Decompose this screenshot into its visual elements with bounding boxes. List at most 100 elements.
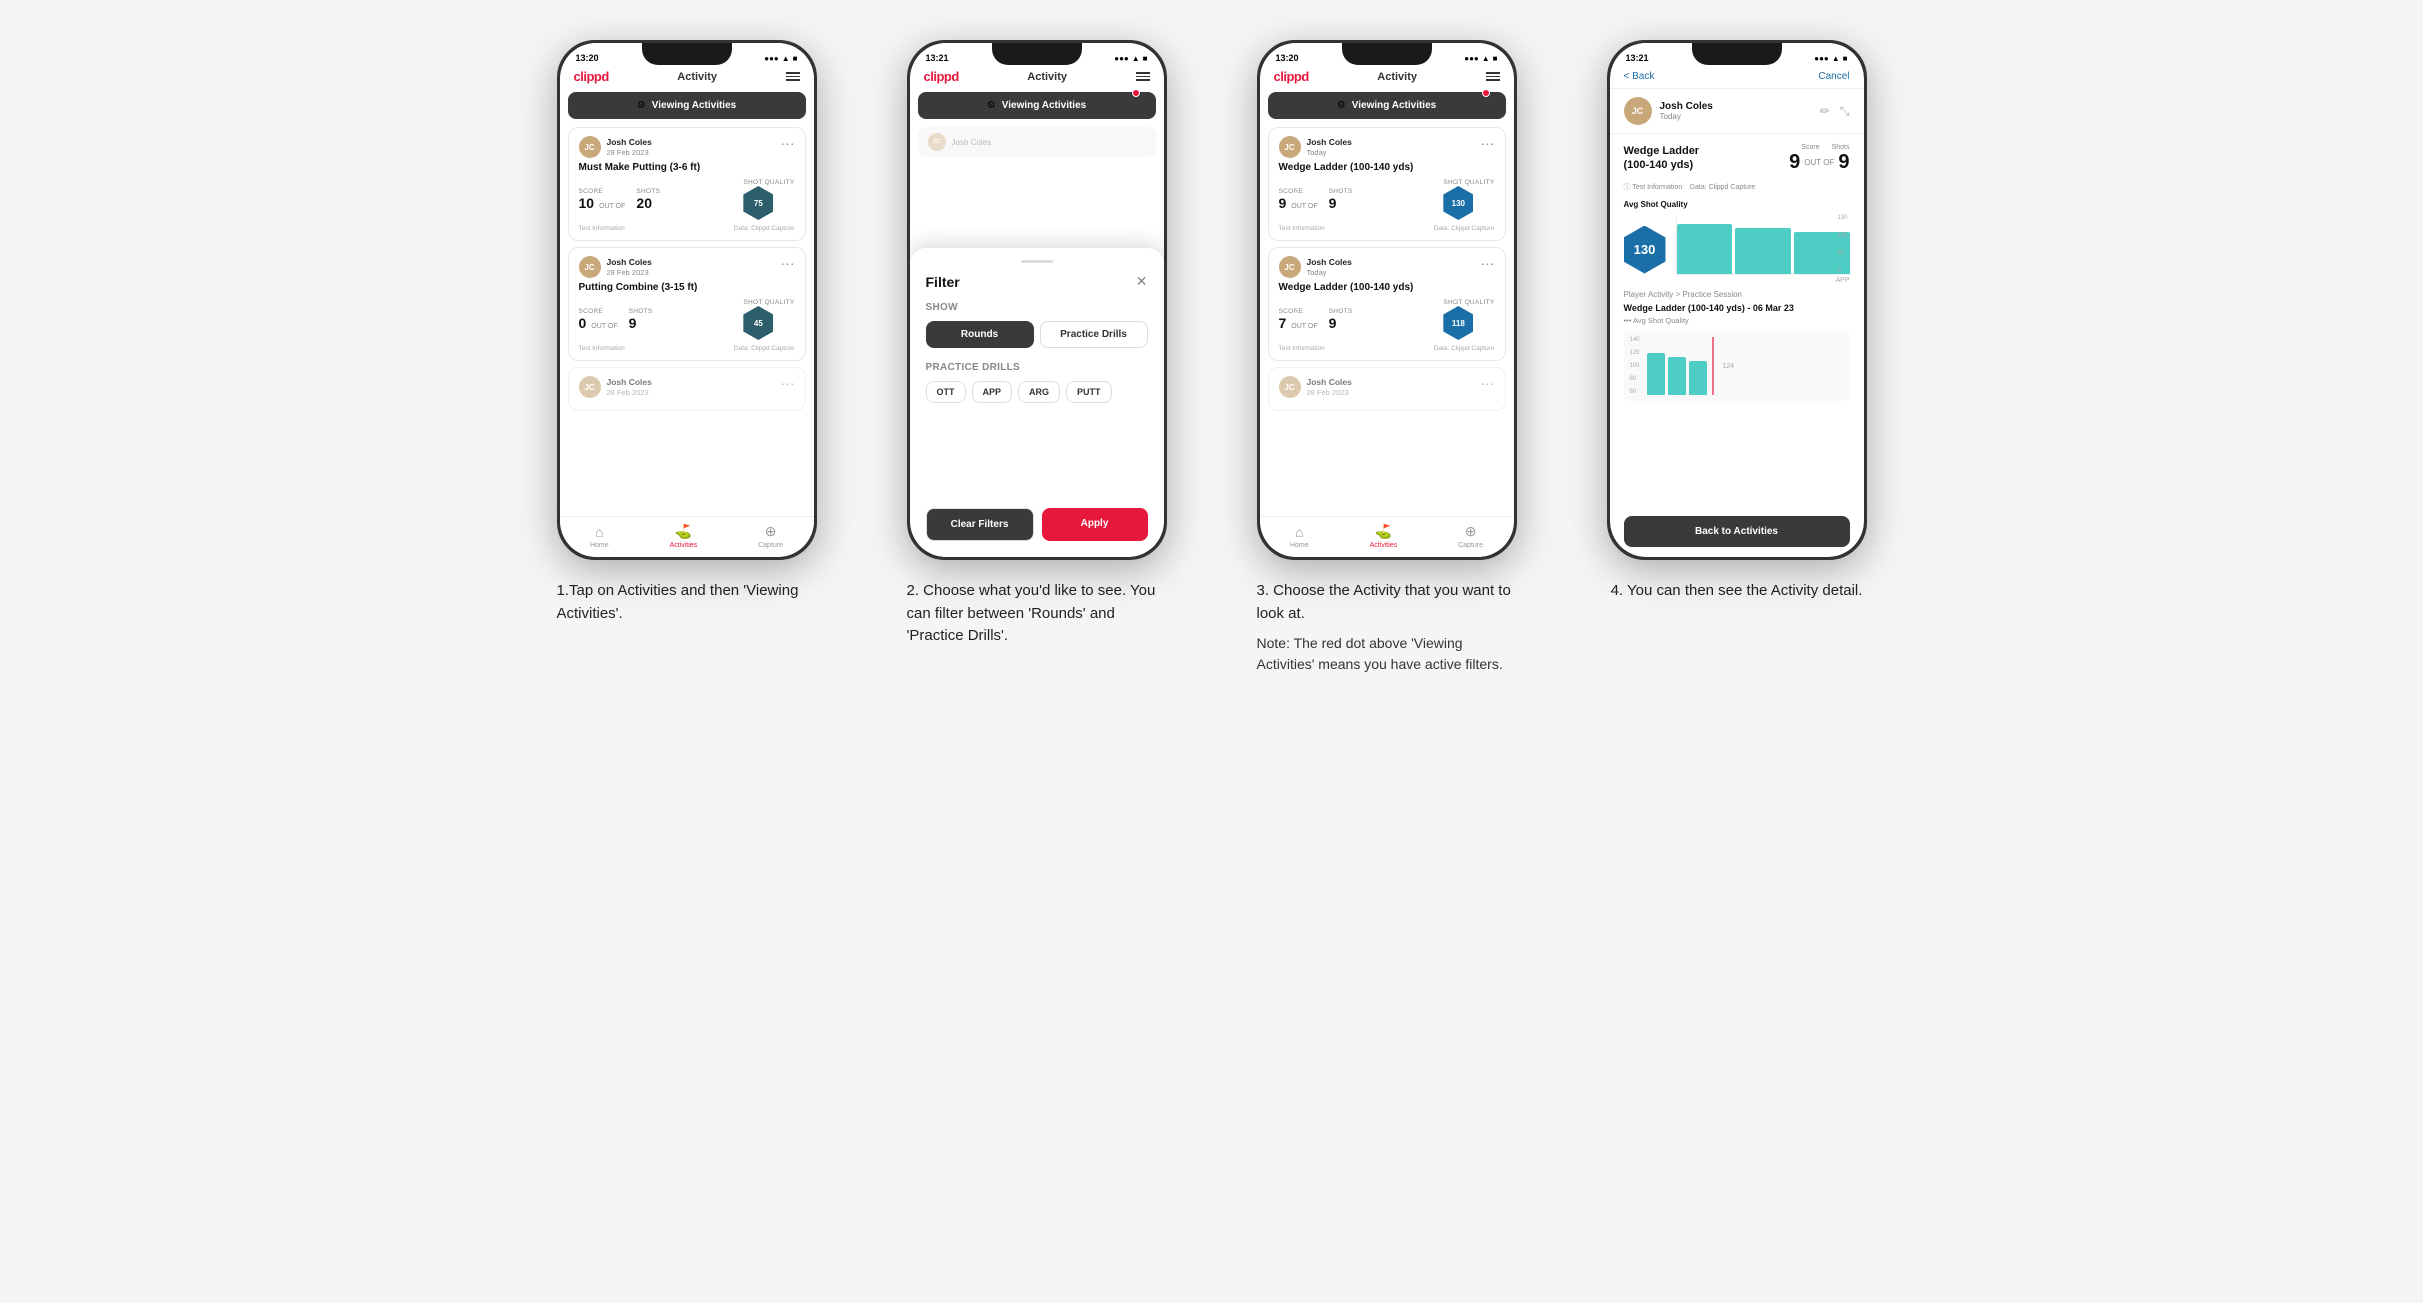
main-container: 13:20 ●●● ▲ ■ clippd Activity: [512, 40, 1912, 675]
card-1-2[interactable]: JC Josh Coles 28 Feb 2023 ··· Putting Co…: [568, 247, 806, 361]
footer-left-1-1: Test Information: [579, 225, 625, 232]
username-1-2: Josh Coles: [607, 257, 652, 267]
activity-header-3[interactable]: ⚙ Viewing Activities: [1268, 92, 1506, 119]
nav-home-3[interactable]: ⌂ Home: [1290, 524, 1309, 549]
step-3: 13:20 ●●● ▲ ■ clippd Activity: [1227, 40, 1547, 675]
detail-score-num-4: 9: [1789, 151, 1800, 174]
card-stats-3-1: Score 9 OUT OF Shots 9: [1279, 179, 1495, 220]
detail-info-4: ⓘ Test Information Data: Clippd Capture: [1624, 182, 1850, 192]
username-3-1: Josh Coles: [1307, 137, 1352, 147]
userdate-3-1: Today: [1307, 148, 1352, 157]
nav-capture-3[interactable]: ⊕ Capture: [1458, 523, 1483, 549]
detail-avatar-4: JC: [1624, 97, 1652, 125]
sq-label-1-1: Shot Quality: [743, 179, 794, 186]
card-1-3-header: JC Josh Coles 28 Feb 2023 ···: [579, 376, 795, 398]
detail-action-icons-4: ✏ ⤡: [1820, 104, 1850, 119]
outof-3-2: OUT OF: [1291, 323, 1317, 330]
detail-score-area-4: Score Shots 9 OUT OF 9: [1789, 144, 1849, 174]
filter-rounds-btn[interactable]: Rounds: [926, 321, 1034, 348]
card-1-1-user: JC Josh Coles 28 Feb 2023: [579, 136, 652, 158]
card-3-3-header: JC Josh Coles 28 Feb 2023 ···: [1279, 376, 1495, 398]
activity-header-2[interactable]: ⚙ Viewing Activities: [918, 92, 1156, 119]
footer-right-3-1: Data: Clippd Capture: [1434, 225, 1495, 232]
shots-val-3-2: 9: [1329, 315, 1353, 331]
card-dots-1-2[interactable]: ···: [781, 256, 795, 270]
wifi-icon-2: ▲: [1132, 54, 1140, 63]
nav-title-3: Activity: [1377, 71, 1417, 83]
edit-icon-4[interactable]: ✏: [1820, 104, 1830, 119]
activity-header-1[interactable]: ⚙ Viewing Activities: [568, 92, 806, 119]
card-dots-1-3[interactable]: ···: [781, 376, 795, 390]
detail-score-row-4: 9 OUT OF 9: [1789, 151, 1849, 174]
filter-ott-btn[interactable]: OTT: [926, 381, 966, 403]
capture-icon-1: ⊕: [765, 523, 777, 540]
nav-home-1[interactable]: ⌂ Home: [590, 524, 609, 549]
phone-screen-4: 13:21 ●●● ▲ ■ < Back Cancel JC: [1610, 43, 1864, 557]
shots-label-1-2: Shots: [629, 308, 653, 315]
filter-close-button[interactable]: ✕: [1136, 273, 1148, 290]
avg-shot-row-4: 130 130 100 50 0: [1624, 215, 1850, 284]
nav-activities-3[interactable]: ⛳ Activities: [1370, 523, 1398, 549]
card-dots-1-1[interactable]: ···: [781, 136, 795, 150]
footer-right-1-1: Data: Clippd Capture: [734, 225, 795, 232]
avg-shot-label-4: Avg Shot Quality: [1624, 200, 1850, 209]
step-3-text: 3. Choose the Activity that you want to …: [1257, 580, 1517, 625]
phone-screen-1: 13:20 ●●● ▲ ■ clippd Activity: [560, 43, 814, 557]
card-stats-1-2: Score 0 OUT OF Shots 9: [579, 299, 795, 340]
card-3-1[interactable]: JC Josh Coles Today ··· Wedge Ladder (10…: [1268, 127, 1506, 241]
score-label-3-2: Score: [1279, 308, 1321, 315]
logo-1: clippd: [574, 69, 609, 84]
battery-icon-2: ■: [1143, 54, 1148, 63]
filter-clear-button[interactable]: Clear Filters: [926, 508, 1034, 541]
menu-icon-3[interactable]: [1486, 72, 1500, 81]
userdate-3-2: Today: [1307, 268, 1352, 277]
menu-icon-2[interactable]: [1136, 72, 1150, 81]
card-3-3[interactable]: JC Josh Coles 28 Feb 2023 ···: [1268, 367, 1506, 411]
bottom-nav-1: ⌂ Home ⛳ Activities ⊕ Capture: [560, 516, 814, 557]
card-dots-3-1[interactable]: ···: [1481, 136, 1495, 150]
card-1-3[interactable]: JC Josh Coles 28 Feb 2023 ···: [568, 367, 806, 411]
card-1-1[interactable]: JC Josh Coles 28 Feb 2023 ··· Must Make …: [568, 127, 806, 241]
card-footer-3-2: Test Information Data: Clippd Capture: [1279, 345, 1495, 352]
back-button-4[interactable]: < Back: [1624, 71, 1655, 82]
card-3-2[interactable]: JC Josh Coles Today ··· Wedge Ladder (10…: [1268, 247, 1506, 361]
avatar-1-3: JC: [579, 376, 601, 398]
score-val-3-2: 7: [1279, 315, 1287, 331]
red-dot-2: [1132, 89, 1140, 97]
filter-drills-label: Practice Drills: [926, 362, 1148, 373]
activities-icon-3: ⛳: [1375, 523, 1392, 540]
filter-app-btn[interactable]: APP: [972, 381, 1013, 403]
footer-left-1-2: Test Information: [579, 345, 625, 352]
cancel-button-4[interactable]: Cancel: [1818, 71, 1849, 82]
nav-activities-1[interactable]: ⛳ Activities: [670, 523, 698, 549]
status-time-2: 13:21: [926, 53, 949, 63]
shots-val-1-1: 20: [636, 195, 660, 211]
outof-3-1: OUT OF: [1291, 203, 1317, 210]
step-1-text: 1.Tap on Activities and then 'Viewing Ac…: [557, 580, 817, 625]
card-dots-3-2[interactable]: ···: [1481, 256, 1495, 270]
cards-list-3: JC Josh Coles Today ··· Wedge Ladder (10…: [1260, 123, 1514, 516]
filter-apply-button[interactable]: Apply: [1042, 508, 1148, 541]
signal-icon: ●●●: [764, 54, 779, 63]
step-1: 13:20 ●●● ▲ ■ clippd Activity: [527, 40, 847, 675]
back-activities-btn-4[interactable]: Back to Activities: [1624, 516, 1850, 547]
nav-capture-1[interactable]: ⊕ Capture: [758, 523, 783, 549]
card-dots-3-3[interactable]: ···: [1481, 376, 1495, 390]
nav-bar-3: clippd Activity: [1260, 65, 1514, 88]
footer-left-3-1: Test Information: [1279, 225, 1325, 232]
expand-icon-4[interactable]: ⤡: [1840, 104, 1850, 119]
logo-2: clippd: [924, 69, 959, 84]
filter-arg-btn[interactable]: ARG: [1018, 381, 1060, 403]
red-dot-3: [1482, 89, 1490, 97]
filter-putt-btn[interactable]: PUTT: [1066, 381, 1112, 403]
battery-icon-4: ■: [1843, 54, 1848, 63]
menu-icon-1[interactable]: [786, 72, 800, 81]
nav-activities-label-3: Activities: [1370, 542, 1398, 549]
status-time-3: 13:20: [1276, 53, 1299, 63]
filter-practice-btn[interactable]: Practice Drills: [1040, 321, 1148, 348]
session-label-4: Player Activity > Practice Session: [1624, 290, 1850, 299]
nav-home-label-3: Home: [1290, 542, 1309, 549]
card-stats-1-1: Score 10 OUT OF Shots 20: [579, 179, 795, 220]
detail-user-row-4: JC Josh Coles Today ✏ ⤡: [1610, 89, 1864, 134]
nav-bar-2: clippd Activity: [910, 65, 1164, 88]
